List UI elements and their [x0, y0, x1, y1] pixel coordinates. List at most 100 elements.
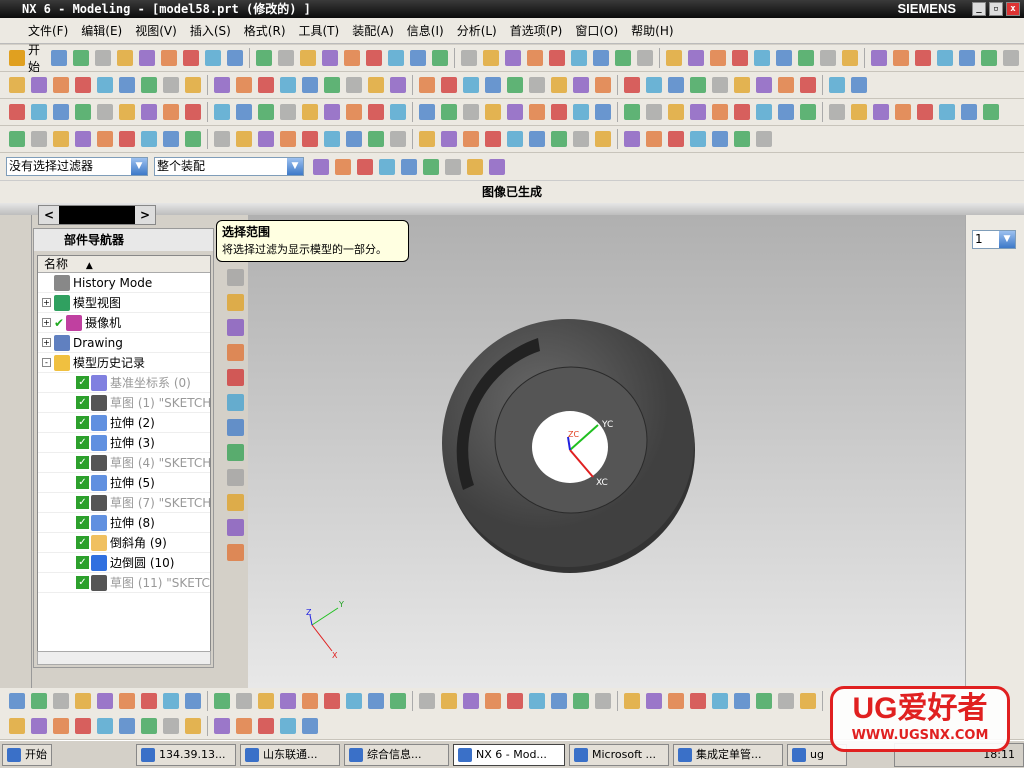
checkbox-icon[interactable]: ✓	[76, 536, 89, 549]
menu-item[interactable]: 窗口(O)	[575, 22, 618, 39]
tool-icon[interactable]	[401, 158, 417, 175]
tool-icon[interactable]	[302, 718, 318, 734]
tool-icon[interactable]	[829, 77, 845, 93]
checkbox-icon[interactable]: ✓	[76, 496, 89, 509]
tool-icon[interactable]	[31, 77, 47, 93]
tool-icon[interactable]	[551, 693, 567, 709]
tool-icon[interactable]	[445, 158, 461, 175]
taskbar-button[interactable]: 134.39.13...	[136, 743, 236, 766]
tool-icon[interactable]	[31, 131, 47, 147]
tool-icon[interactable]	[961, 104, 977, 120]
tree-item[interactable]: - 模型历史记录	[38, 353, 210, 373]
expand-icon[interactable]: +	[42, 318, 51, 327]
tool-icon[interactable]	[53, 104, 69, 120]
tool-icon[interactable]	[842, 50, 859, 66]
tool-icon[interactable]	[873, 104, 889, 120]
tool-icon[interactable]	[322, 50, 339, 66]
tool-icon[interactable]	[278, 50, 295, 66]
tool-icon[interactable]	[280, 77, 296, 93]
layer-select[interactable]: 1 ▼	[972, 230, 1016, 249]
tool-icon[interactable]	[756, 131, 772, 147]
tree-item[interactable]: ✓ 草图 (7) "SKETCH_	[38, 493, 210, 513]
tool-icon[interactable]	[119, 131, 135, 147]
tool-icon[interactable]	[467, 158, 483, 175]
tool-icon[interactable]	[573, 77, 589, 93]
tree-item[interactable]: ✓ 倒斜角 (9)	[38, 533, 210, 553]
tool-icon[interactable]	[646, 131, 662, 147]
tool-icon[interactable]	[335, 158, 351, 175]
tool-icon[interactable]	[214, 131, 230, 147]
tool-icon[interactable]	[595, 693, 611, 709]
tool-icon[interactable]	[489, 158, 505, 175]
tool-icon[interactable]	[624, 131, 640, 147]
tool-icon[interactable]	[368, 131, 384, 147]
minimize-button[interactable]: _	[972, 2, 986, 16]
tree-item[interactable]: ✓ 草图 (1) "SKETCH_	[38, 393, 210, 413]
tool-icon[interactable]	[690, 131, 706, 147]
tool-icon[interactable]	[226, 469, 244, 486]
tool-icon[interactable]	[31, 104, 47, 120]
scroll-right-button[interactable]: >	[135, 206, 155, 224]
tool-icon[interactable]	[214, 77, 230, 93]
tool-icon[interactable]	[390, 131, 406, 147]
tool-icon[interactable]	[214, 104, 230, 120]
tool-icon[interactable]	[688, 50, 705, 66]
tool-icon[interactable]	[419, 693, 435, 709]
tool-icon[interactable]	[595, 131, 611, 147]
tool-icon[interactable]	[529, 104, 545, 120]
tool-icon[interactable]	[981, 50, 998, 66]
tool-icon[interactable]	[668, 131, 684, 147]
tool-icon[interactable]	[226, 494, 244, 511]
tool-icon[interactable]	[668, 693, 684, 709]
tool-icon[interactable]	[778, 77, 794, 93]
tree-item[interactable]: ✓ 拉伸 (5)	[38, 473, 210, 493]
tool-icon[interactable]	[51, 50, 68, 66]
tool-icon[interactable]	[851, 77, 867, 93]
tool-icon[interactable]	[441, 693, 457, 709]
tool-icon[interactable]	[141, 693, 157, 709]
tool-icon[interactable]	[551, 131, 567, 147]
tool-icon[interactable]	[505, 50, 522, 66]
tool-icon[interactable]	[871, 50, 888, 66]
type-filter-select[interactable]: 没有选择过滤器 ▼	[6, 157, 148, 176]
expand-icon[interactable]: +	[42, 298, 51, 307]
tool-icon[interactable]	[119, 77, 135, 93]
tool-icon[interactable]	[615, 50, 632, 66]
tool-icon[interactable]	[258, 77, 274, 93]
tool-icon[interactable]	[798, 50, 815, 66]
menu-item[interactable]: 首选项(P)	[510, 22, 563, 39]
tree-item[interactable]: + Drawing	[38, 333, 210, 353]
tool-icon[interactable]	[163, 77, 179, 93]
tool-icon[interactable]	[302, 131, 318, 147]
tool-icon[interactable]	[53, 718, 69, 734]
tool-icon[interactable]	[226, 419, 244, 436]
tool-icon[interactable]	[756, 693, 772, 709]
tool-icon[interactable]	[97, 693, 113, 709]
menu-item[interactable]: 文件(F)	[28, 22, 68, 39]
tool-icon[interactable]	[624, 104, 640, 120]
tool-icon[interactable]	[185, 718, 201, 734]
tree-item[interactable]: ✓ 基准坐标系 (0)	[38, 373, 210, 393]
tool-icon[interactable]	[710, 50, 727, 66]
tool-icon[interactable]	[214, 693, 230, 709]
tool-icon[interactable]	[419, 104, 435, 120]
tool-icon[interactable]	[368, 104, 384, 120]
checkbox-icon[interactable]: ✓	[76, 556, 89, 569]
tool-icon[interactable]	[571, 50, 588, 66]
tool-icon[interactable]	[226, 369, 244, 386]
start-menu-button[interactable]: 开始	[28, 41, 40, 75]
tool-icon[interactable]	[1003, 50, 1020, 66]
checkbox-icon[interactable]: ✓	[76, 416, 89, 429]
tool-icon[interactable]	[690, 104, 706, 120]
tool-icon[interactable]	[712, 77, 728, 93]
column-header-name[interactable]: 名称 ▲	[38, 256, 210, 273]
tool-icon[interactable]	[390, 77, 406, 93]
tool-icon[interactable]	[119, 718, 135, 734]
menu-item[interactable]: 视图(V)	[135, 22, 177, 39]
tool-icon[interactable]	[183, 50, 200, 66]
tool-icon[interactable]	[53, 77, 69, 93]
tool-icon[interactable]	[800, 693, 816, 709]
tool-icon[interactable]	[529, 77, 545, 93]
tool-icon[interactable]	[463, 131, 479, 147]
tool-icon[interactable]	[800, 104, 816, 120]
